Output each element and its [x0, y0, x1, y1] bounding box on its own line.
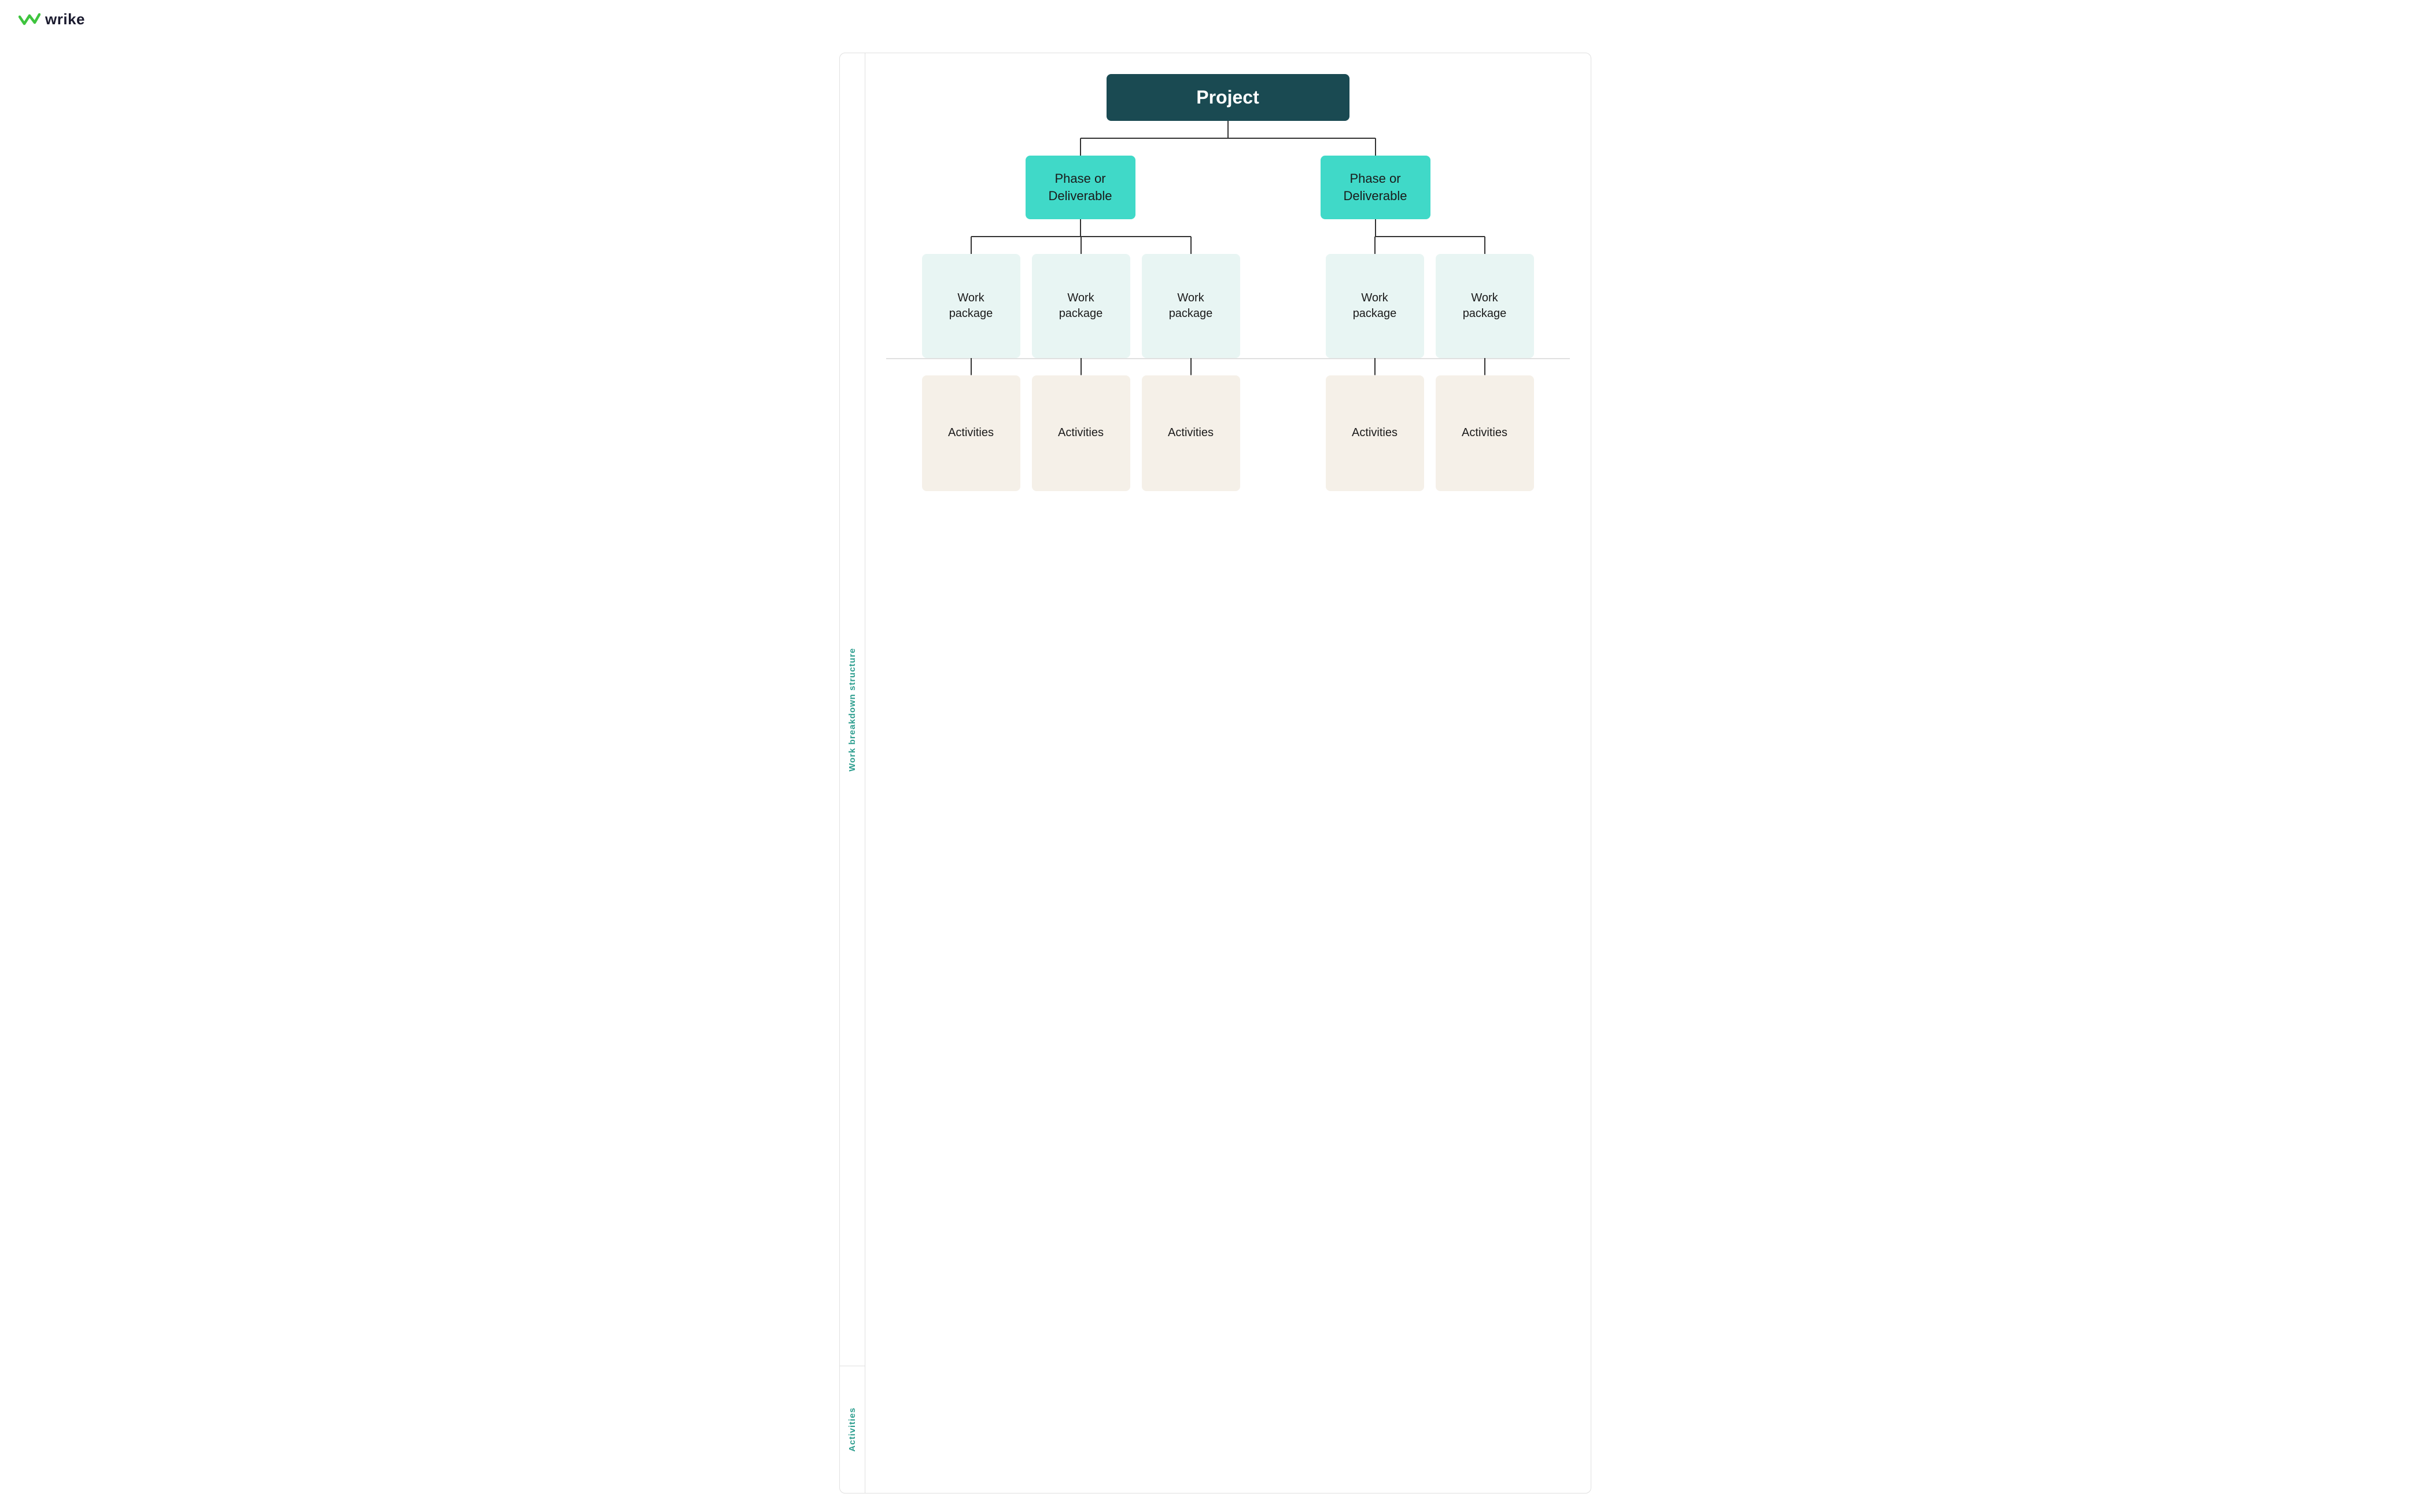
activities-2: Activities [1032, 375, 1130, 491]
activities-4: Activities [1326, 375, 1424, 491]
project-level: Project [886, 74, 1570, 121]
main-content: Work breakdown structure Activities Proj… [0, 39, 2430, 1512]
work-package-5: Work package [1436, 254, 1534, 358]
logo: wrike [19, 10, 85, 28]
work-package-level: Work package Work package Work package W… [886, 254, 1570, 358]
activities-5: Activities [1436, 375, 1534, 491]
activities-side-label: Activities [847, 1407, 857, 1452]
work-package-2: Work package [1032, 254, 1130, 358]
wbs-label: Work breakdown structure [847, 648, 857, 772]
wrike-logo-icon [19, 11, 40, 28]
wp-group-2: Work package Work package [1326, 254, 1534, 358]
phase-level: Phase or Deliverable Phase or Deliverabl… [886, 156, 1570, 219]
phase-node-1: Phase or Deliverable [1026, 156, 1135, 219]
act-group-1: Activities Activities Activities [922, 375, 1240, 491]
wbs-section: Project Phase or Deliverable Phase or De… [886, 74, 1570, 358]
wbs-label-container: Work breakdown structure [840, 53, 865, 1366]
logo-text: wrike [45, 10, 85, 28]
header: wrike [0, 0, 2430, 39]
activities-3: Activities [1142, 375, 1240, 491]
diagram-wrapper: Work breakdown structure Activities Proj… [839, 53, 1591, 1493]
wp-group-1: Work package Work package Work package [922, 254, 1240, 358]
act-group-2: Activities Activities [1326, 375, 1534, 491]
activities-section: Activities Activities Activities Activit… [886, 359, 1570, 497]
side-labels: Work breakdown structure Activities [840, 53, 865, 1493]
project-node: Project [1107, 74, 1349, 121]
work-package-4: Work package [1326, 254, 1424, 358]
work-package-1: Work package [922, 254, 1020, 358]
phase-node-2: Phase or Deliverable [1321, 156, 1430, 219]
work-package-3: Work package [1142, 254, 1240, 358]
activities-level: Activities Activities Activities Activit… [886, 375, 1570, 491]
activities-label-container: Activities [840, 1366, 865, 1493]
diagram-area: Project Phase or Deliverable Phase or De… [865, 53, 1591, 1493]
activities-1: Activities [922, 375, 1020, 491]
